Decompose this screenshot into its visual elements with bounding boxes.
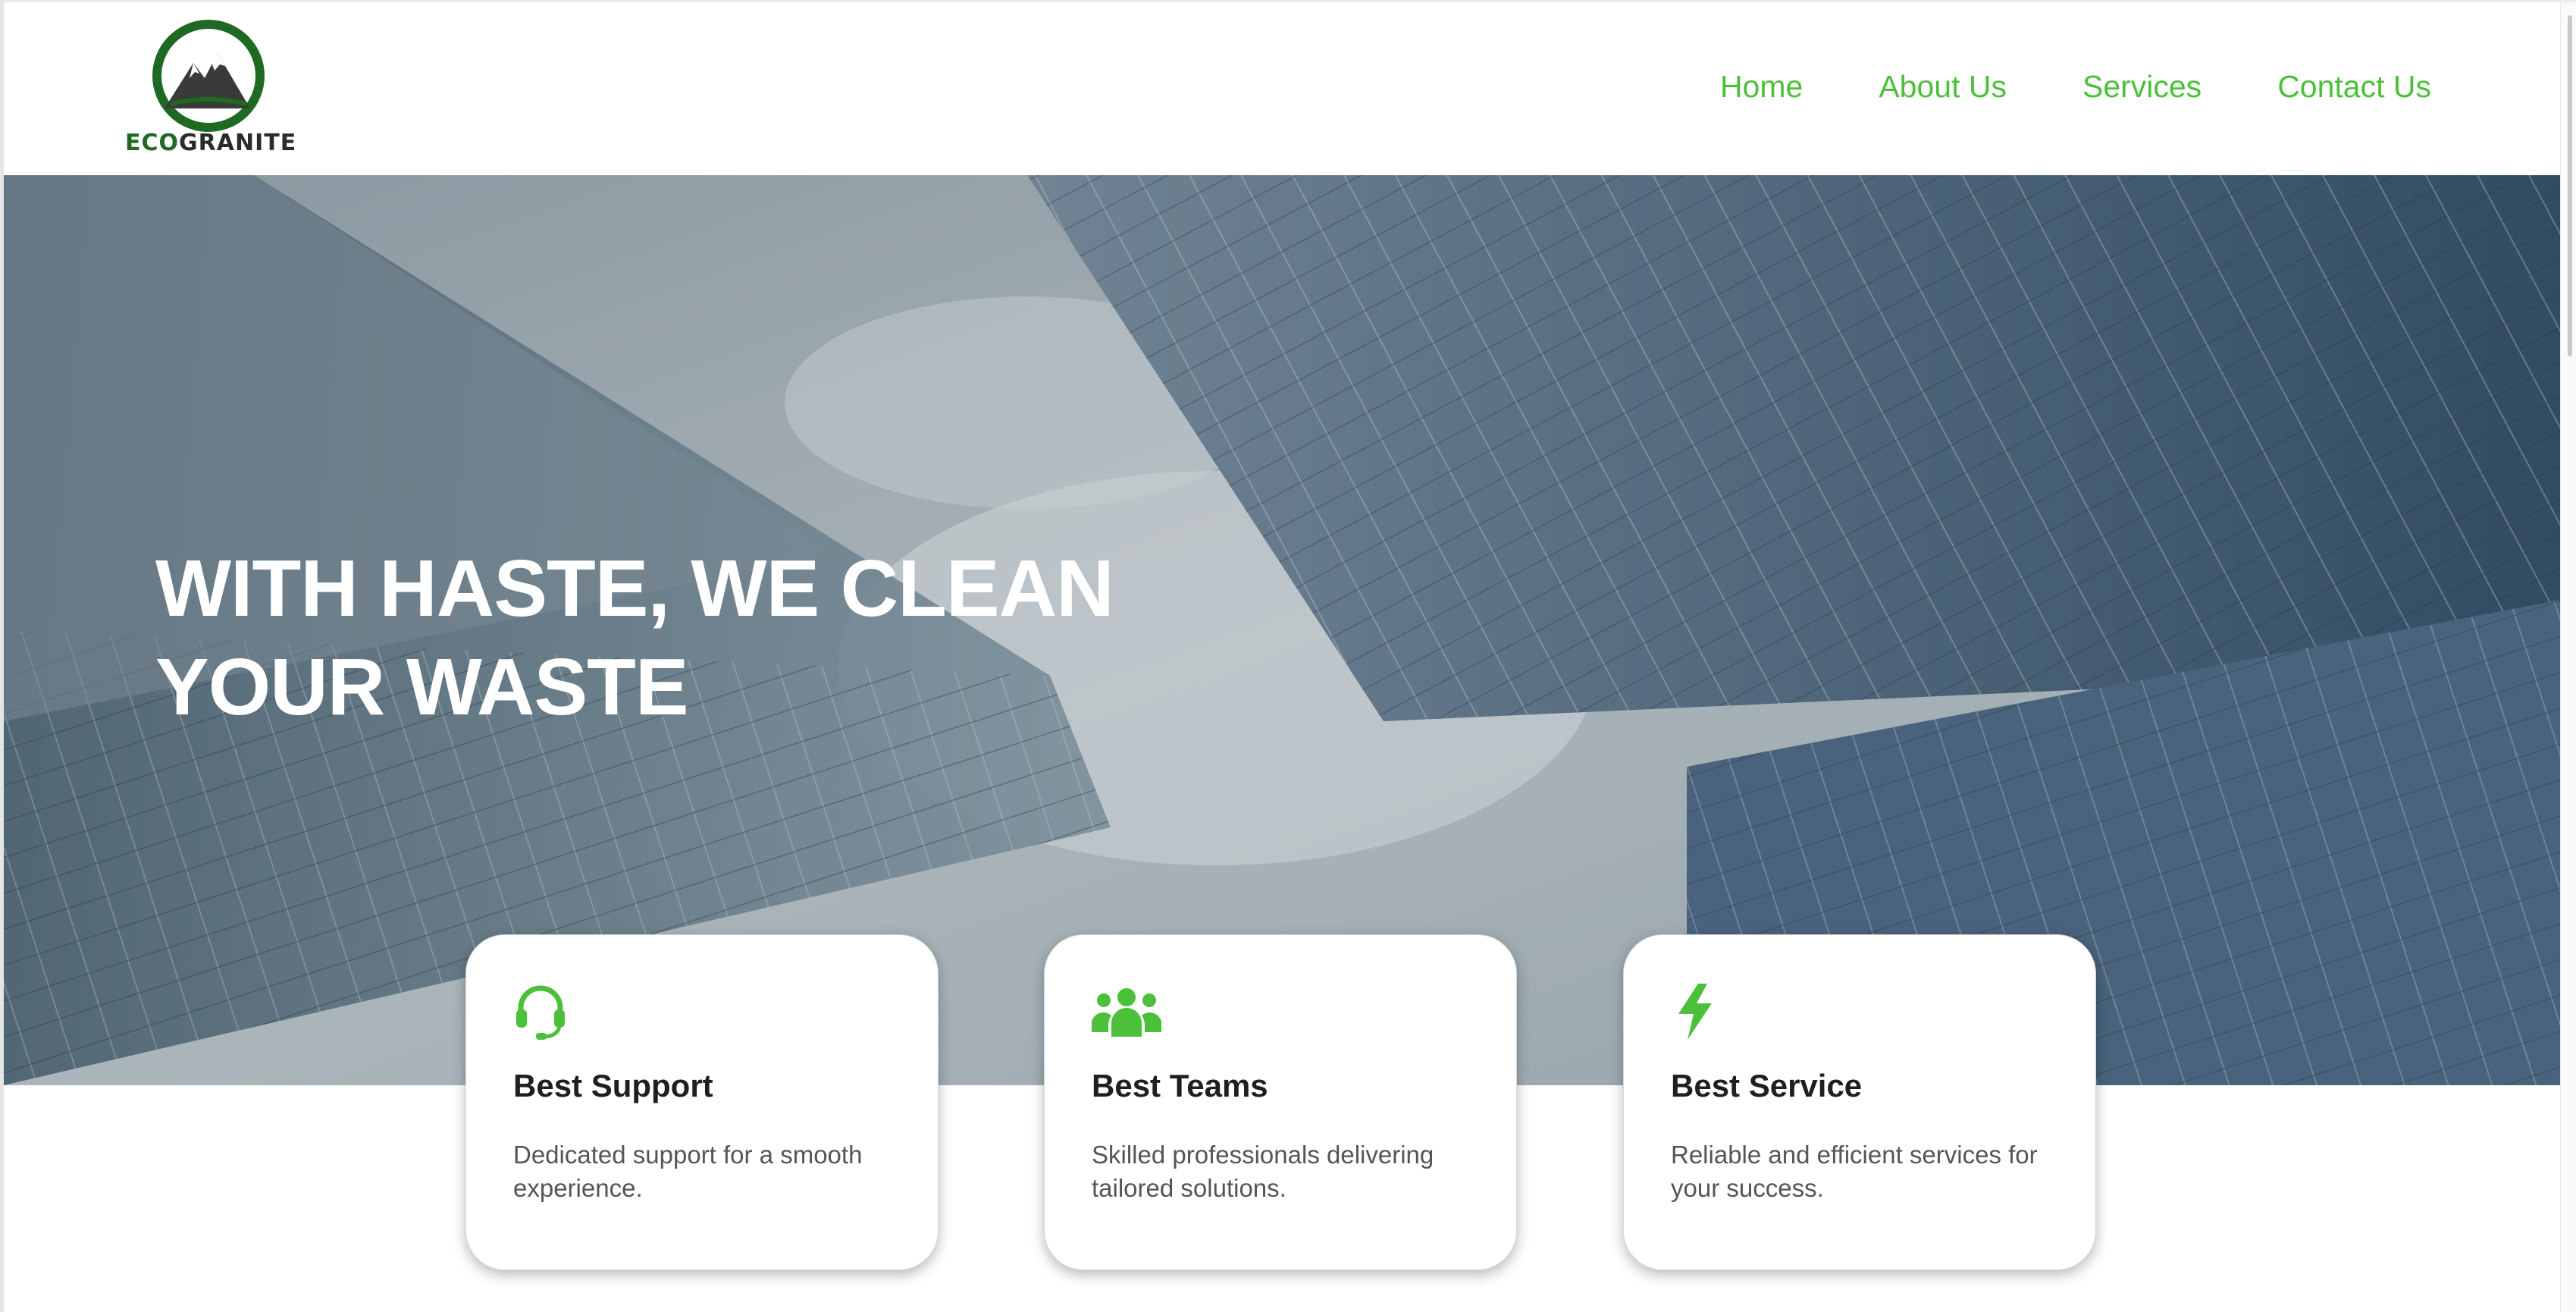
feature-description: Reliable and efficient services for your… [1671, 1141, 2038, 1202]
lightning-icon [1678, 984, 1712, 1040]
feature-card-support[interactable]: Best Support Dedicated support for a smo… [465, 934, 939, 1270]
feature-description: Dedicated support for a smooth experienc… [513, 1141, 863, 1202]
feature-card-service[interactable]: Best Service Reliable and efficient serv… [1623, 934, 2096, 1270]
users-icon [1092, 988, 1161, 1037]
hero-title: WITH HASTE, WE CLEAN YOUR WASTE [155, 539, 1114, 736]
logo-wordmark: ECOGRANITE [125, 130, 296, 156]
main-nav: Home About Us Services Contact Us [1720, 69, 2431, 105]
nav-link-about-us[interactable]: About Us [1879, 69, 2007, 105]
page: ECOGRANITE Home About Us Services Contac… [0, 0, 2576, 1312]
feature-title: Best Teams [1092, 1068, 1268, 1103]
feature-description: Skilled professionals delivering tailore… [1092, 1141, 1434, 1202]
hero-title-line-2: YOUR WASTE [155, 642, 689, 732]
feature-title: Best Service [1671, 1068, 1863, 1103]
logo[interactable]: ECOGRANITE [125, 19, 296, 159]
feature-title: Best Support [513, 1068, 713, 1103]
page-scrollbar-thumb[interactable] [2568, 15, 2572, 356]
site-header: ECOGRANITE Home About Us Services Contac… [4, 2, 2560, 175]
nav-link-contact-us[interactable]: Contact Us [2277, 69, 2431, 105]
nav-link-home[interactable]: Home [1720, 69, 1803, 105]
headset-icon [516, 985, 565, 1040]
logo-wordmark-granite: GRANITE [179, 130, 297, 156]
nav-link-services[interactable]: Services [2082, 69, 2202, 105]
feature-card-teams[interactable]: Best Teams Skilled professionals deliver… [1044, 934, 1517, 1270]
hero-title-line-1: WITH HASTE, WE CLEAN [155, 544, 1114, 633]
logo-mountain-icon [152, 20, 265, 132]
logo-wordmark-eco: ECO [125, 130, 180, 156]
